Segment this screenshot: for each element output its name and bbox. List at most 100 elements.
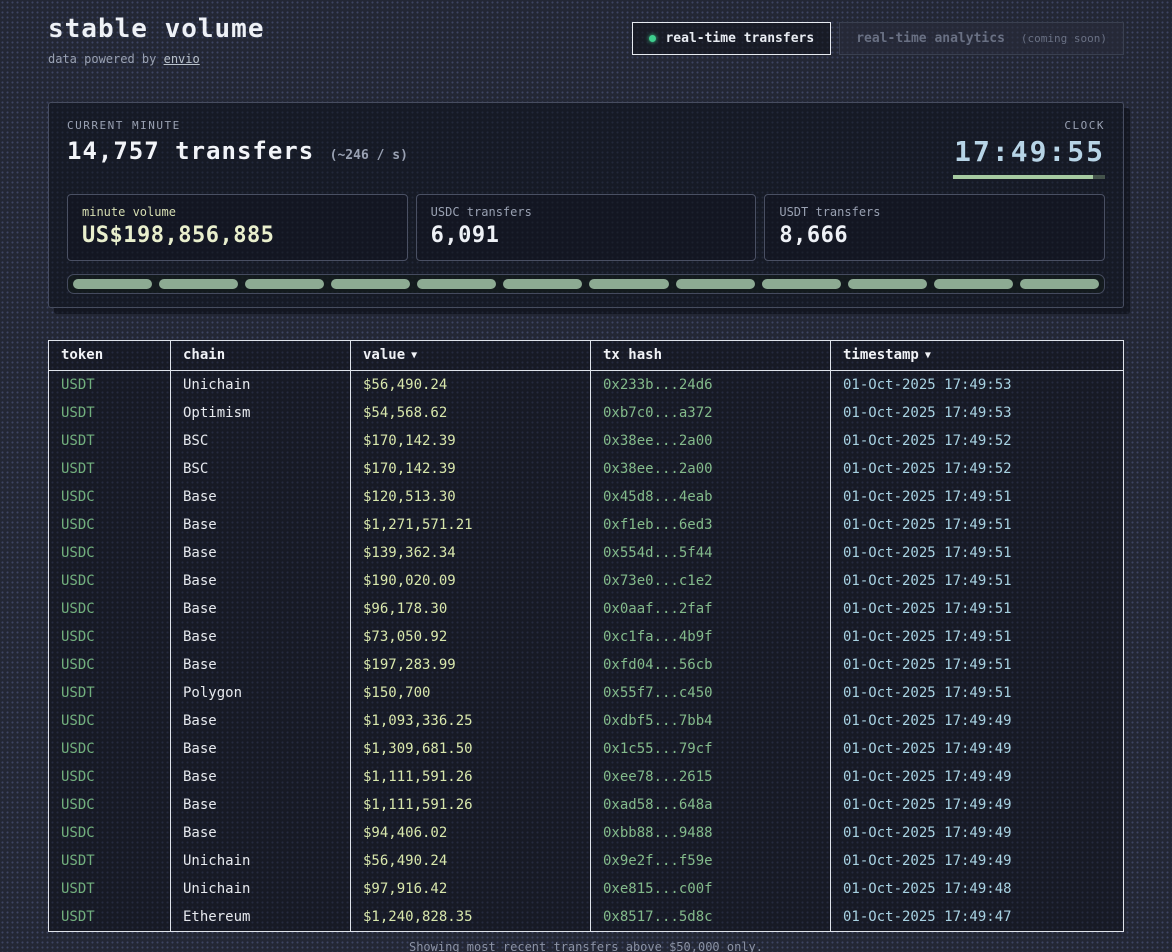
minute-segments xyxy=(67,274,1105,294)
cell-value: $54,568.62 xyxy=(351,399,591,427)
cell-value: $139,362.34 xyxy=(351,539,591,567)
cell-value: $1,111,591.26 xyxy=(351,763,591,791)
cell-timestamp: 01-Oct-2025 17:49:49 xyxy=(831,763,1123,791)
cell-timestamp: 01-Oct-2025 17:49:53 xyxy=(831,399,1123,427)
usdt-transfers-value: 8,666 xyxy=(779,223,1090,248)
cell-tx-hash[interactable]: 0xbb88...9488 xyxy=(591,819,831,847)
column-header-token: token xyxy=(49,341,171,370)
cell-value: $97,916.42 xyxy=(351,875,591,903)
column-header-chain: chain xyxy=(171,341,351,370)
cell-chain: Base xyxy=(171,483,351,511)
cell-tx-hash[interactable]: 0x8517...5d8c xyxy=(591,903,831,931)
cell-timestamp: 01-Oct-2025 17:49:51 xyxy=(831,539,1123,567)
cell-tx-hash[interactable]: 0xc1fa...4b9f xyxy=(591,623,831,651)
cell-tx-hash[interactable]: 0xee78...2615 xyxy=(591,763,831,791)
cell-timestamp: 01-Oct-2025 17:49:49 xyxy=(831,819,1123,847)
transfer-count: 14,757 transfers (~246 / s) xyxy=(67,137,408,165)
table-row: USDTBSC$170,142.390x38ee...2a0001-Oct-20… xyxy=(49,455,1123,483)
minute-segment xyxy=(934,279,1013,289)
table-row: USDCBase$197,283.990xfd04...56cb01-Oct-2… xyxy=(49,651,1123,679)
cell-value: $197,283.99 xyxy=(351,651,591,679)
minute-segment xyxy=(417,279,496,289)
tab-real-time-transfers[interactable]: real-time transfers xyxy=(632,22,831,55)
table-row: USDCBase$73,050.920xc1fa...4b9f01-Oct-20… xyxy=(49,623,1123,651)
minute-progress-track xyxy=(953,175,1105,179)
cell-value: $170,142.39 xyxy=(351,427,591,455)
table-row: USDTUnichain$56,490.240x233b...24d601-Oc… xyxy=(49,371,1123,399)
cell-value: $170,142.39 xyxy=(351,455,591,483)
cell-timestamp: 01-Oct-2025 17:49:51 xyxy=(831,595,1123,623)
cell-chain: BSC xyxy=(171,455,351,483)
cell-value: $56,490.24 xyxy=(351,847,591,875)
tab-real-time-analytics[interactable]: real-time analytics (coming soon) xyxy=(839,22,1124,55)
cell-value: $73,050.92 xyxy=(351,623,591,651)
cell-value: $1,093,336.25 xyxy=(351,707,591,735)
table-header: token chain value▼ tx hash timestamp▼ xyxy=(49,341,1123,371)
envio-link[interactable]: envio xyxy=(164,52,200,66)
cell-timestamp: 01-Oct-2025 17:49:52 xyxy=(831,427,1123,455)
cell-tx-hash[interactable]: 0x9e2f...f59e xyxy=(591,847,831,875)
cell-timestamp: 01-Oct-2025 17:49:51 xyxy=(831,651,1123,679)
cell-tx-hash[interactable]: 0x45d8...4eab xyxy=(591,483,831,511)
cell-tx-hash[interactable]: 0x38ee...2a00 xyxy=(591,427,831,455)
cell-token: USDT xyxy=(49,903,171,931)
minute-volume-value: US$198,856,885 xyxy=(82,223,393,248)
cell-tx-hash[interactable]: 0x1c55...79cf xyxy=(591,735,831,763)
cell-token: USDC xyxy=(49,623,171,651)
cell-chain: Base xyxy=(171,623,351,651)
cell-tx-hash[interactable]: 0xdbf5...7bb4 xyxy=(591,707,831,735)
cell-tx-hash[interactable]: 0xad58...648a xyxy=(591,791,831,819)
minute-segment xyxy=(676,279,755,289)
table-row: USDCBase$139,362.340x554d...5f4401-Oct-2… xyxy=(49,539,1123,567)
coming-soon-badge: (coming soon) xyxy=(1021,32,1107,45)
cell-tx-hash[interactable]: 0x0aaf...2faf xyxy=(591,595,831,623)
table-row: USDTOptimism$54,568.620xb7c0...a37201-Oc… xyxy=(49,399,1123,427)
tab-real-time-transfers-label: real-time transfers xyxy=(665,31,814,46)
cell-token: USDC xyxy=(49,763,171,791)
cell-tx-hash[interactable]: 0x38ee...2a00 xyxy=(591,455,831,483)
cell-chain: Base xyxy=(171,819,351,847)
powered-by: data powered by envio xyxy=(48,52,265,66)
table-row: USDTUnichain$97,916.420xe815...c00f01-Oc… xyxy=(49,875,1123,903)
cell-tx-hash[interactable]: 0x554d...5f44 xyxy=(591,539,831,567)
cell-value: $150,700 xyxy=(351,679,591,707)
cell-timestamp: 01-Oct-2025 17:49:51 xyxy=(831,511,1123,539)
minute-segment xyxy=(73,279,152,289)
column-header-timestamp[interactable]: timestamp▼ xyxy=(831,341,1123,370)
transfer-count-unit: transfers xyxy=(160,137,330,165)
transfer-count-block: CURRENT MINUTE 14,757 transfers (~246 / … xyxy=(67,119,408,165)
table-row: USDTUnichain$56,490.240x9e2f...f59e01-Oc… xyxy=(49,847,1123,875)
table-row: USDCBase$1,271,571.210xf1eb...6ed301-Oct… xyxy=(49,511,1123,539)
cell-token: USDT xyxy=(49,875,171,903)
topbar: stable volume data powered by envio real… xyxy=(48,14,1124,66)
column-header-value[interactable]: value▼ xyxy=(351,341,591,370)
cell-chain: Optimism xyxy=(171,399,351,427)
cell-token: USDC xyxy=(49,483,171,511)
column-header-tx-hash: tx hash xyxy=(591,341,831,370)
table-row: USDCBase$1,309,681.500x1c55...79cf01-Oct… xyxy=(49,735,1123,763)
stats-top: CURRENT MINUTE 14,757 transfers (~246 / … xyxy=(67,119,1105,179)
cell-token: USDT xyxy=(49,427,171,455)
cell-value: $1,271,571.21 xyxy=(351,511,591,539)
cell-tx-hash[interactable]: 0xf1eb...6ed3 xyxy=(591,511,831,539)
table-row: USDCBase$96,178.300x0aaf...2faf01-Oct-20… xyxy=(49,595,1123,623)
transfer-count-number: 14,757 xyxy=(67,137,160,165)
cell-token: USDC xyxy=(49,511,171,539)
cell-timestamp: 01-Oct-2025 17:49:51 xyxy=(831,567,1123,595)
cell-tx-hash[interactable]: 0x55f7...c450 xyxy=(591,679,831,707)
cell-token: USDT xyxy=(49,399,171,427)
branding: stable volume data powered by envio xyxy=(48,14,265,66)
usdc-transfers-label: USDC transfers xyxy=(431,205,742,219)
cell-tx-hash[interactable]: 0xb7c0...a372 xyxy=(591,399,831,427)
clock-label: CLOCK xyxy=(953,119,1105,132)
nav: real-time transfers real-time analytics … xyxy=(632,22,1124,55)
cell-tx-hash[interactable]: 0xfd04...56cb xyxy=(591,651,831,679)
cell-tx-hash[interactable]: 0x73e0...c1e2 xyxy=(591,567,831,595)
cell-tx-hash[interactable]: 0xe815...c00f xyxy=(591,875,831,903)
clock-time: 17:49:55 xyxy=(953,135,1105,168)
cell-token: USDC xyxy=(49,791,171,819)
usdc-transfers-value: 6,091 xyxy=(431,223,742,248)
cell-chain: Base xyxy=(171,735,351,763)
cell-tx-hash[interactable]: 0x233b...24d6 xyxy=(591,371,831,399)
cell-chain: Ethereum xyxy=(171,903,351,931)
